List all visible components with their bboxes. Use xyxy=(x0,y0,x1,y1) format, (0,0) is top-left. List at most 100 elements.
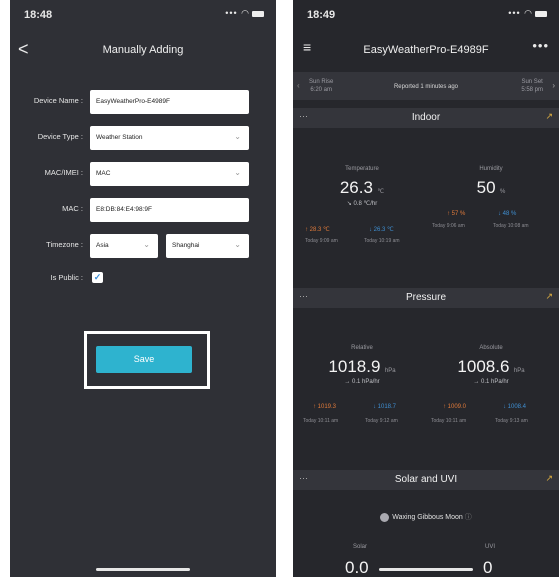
mac-label: MAC : xyxy=(62,204,83,213)
device-type-value: Weather Station xyxy=(96,134,143,141)
absolute-high: ↑ 1009.0 xyxy=(443,404,467,410)
mac-value: E8:DB:84:E4:98:9F xyxy=(96,206,153,213)
relative-caption: Relative xyxy=(351,345,373,351)
status-time: 18:49 xyxy=(307,9,336,21)
solar-card-header: ⋯ Solar and UVI ↗ xyxy=(293,470,559,490)
device-name-label: Device Name : xyxy=(33,96,83,105)
status-bar: 18:49 ••• ◠ xyxy=(293,0,559,28)
temperature-high-time: Today 9:09 am xyxy=(305,238,338,244)
battery-icon xyxy=(535,10,547,17)
device-type-select[interactable]: Weather Station ⌄ xyxy=(90,126,249,150)
relative-high: ↑ 1019.3 xyxy=(313,404,337,410)
pressure-relative: Relative 1018.9 hPa → 0.1 hPa/hr xyxy=(297,345,427,385)
info-icon[interactable]: ⓘ xyxy=(465,514,472,521)
solar-value: 0.0 xyxy=(345,558,369,577)
status-icons: ••• ◠ xyxy=(225,8,264,19)
mac-imei-select[interactable]: MAC ⌄ xyxy=(90,162,249,186)
indoor-title: Indoor xyxy=(411,112,441,123)
device-title: EasyWeatherPro-E4989F xyxy=(363,44,489,56)
temperature-high: ↑ 28.3 ℃ xyxy=(305,227,330,233)
device-type-row: Device Type : Weather Station ⌄ xyxy=(10,126,276,150)
humidity-unit: % xyxy=(500,189,506,195)
moon-phase: Waxing Gibbous Moon ⓘ xyxy=(293,512,559,522)
absolute-high-time: Today 10:11 am xyxy=(431,418,467,424)
humidity-value: 50 xyxy=(476,178,496,197)
timezone-city-value: Shanghai xyxy=(172,242,200,249)
indoor-card-header: ⋯ Indoor ↗ xyxy=(293,108,559,128)
pressure-card-header: ⋯ Pressure ↗ xyxy=(293,288,559,308)
nav-bar: ≡ EasyWeatherPro-E4989F ••• xyxy=(293,28,559,68)
battery-icon xyxy=(252,10,264,17)
mac-imei-row: MAC/IMEI : MAC ⌄ xyxy=(10,162,276,186)
absolute-rate: → 0.1 hPa/hr xyxy=(473,379,509,385)
relative-unit: hPa xyxy=(384,368,396,374)
indoor-humidity: Humidity 50 % xyxy=(431,166,551,198)
is-public-checkbox[interactable]: ✓ xyxy=(92,272,103,283)
signal-icon: ••• ◠ xyxy=(225,8,250,18)
temperature-caption: Temperature xyxy=(345,166,379,172)
humidity-low-time: Today 10:08 am xyxy=(493,223,529,229)
home-indicator xyxy=(96,568,190,571)
sunset-label: Sun Set xyxy=(521,79,543,85)
temperature-low: ↓ 26.3 ℃ xyxy=(369,227,394,233)
status-time: 18:48 xyxy=(24,9,53,21)
solar-caption: Solar xyxy=(353,544,368,550)
status-bar: 18:48 ••• ◠ xyxy=(10,0,276,28)
relative-value: 1018.9 xyxy=(328,357,381,376)
chart-icon[interactable]: ↗ xyxy=(545,291,553,302)
moon-phase-text: Waxing Gibbous Moon xyxy=(392,514,463,521)
save-highlight: Save xyxy=(84,331,210,389)
timezone-city-select[interactable]: Shanghai ⌄ xyxy=(166,234,249,258)
temperature-low-time: Today 10:19 am xyxy=(364,238,400,244)
relative-high-time: Today 10:11 am xyxy=(303,418,339,424)
absolute-unit: hPa xyxy=(513,368,525,374)
device-type-label: Device Type : xyxy=(37,132,83,141)
is-public-row: Is Public : ✓ xyxy=(10,270,276,294)
signal-icon: ••• ◠ xyxy=(508,8,533,18)
pressure-title: Pressure xyxy=(405,292,446,303)
temperature-rate: ↘ 0.8 ℃/hr xyxy=(346,201,378,207)
chevron-down-icon: ⌄ xyxy=(234,168,241,177)
mac-imei-value: MAC xyxy=(96,170,111,177)
uvi-caption: UVI xyxy=(485,544,496,550)
reported-text: Reported 1 minutes ago xyxy=(393,84,459,90)
absolute-low-time: Today 9:13 am xyxy=(495,418,528,424)
humidity-high: ↑ 57 % xyxy=(447,211,466,217)
relative-low-time: Today 9:12 am xyxy=(365,418,398,424)
mac-field[interactable]: E8:DB:84:E4:98:9F xyxy=(90,198,249,222)
timezone-row: Timezone : Asia ⌄ Shanghai ⌄ xyxy=(10,234,276,258)
relative-rate: → 0.1 hPa/hr xyxy=(344,379,380,385)
device-dashboard-screen: 18:49 ••• ◠ ≡ EasyWeatherPro-E4989F ••• … xyxy=(293,0,559,577)
chart-icon[interactable]: ↗ xyxy=(545,473,553,484)
chevron-down-icon: ⌄ xyxy=(143,240,150,249)
manual-add-screen: 18:48 ••• ◠ < Manually Adding Device Nam… xyxy=(10,0,276,577)
absolute-value: 1008.6 xyxy=(457,357,510,376)
nav-bar: < Manually Adding xyxy=(10,28,276,68)
sunset: Sun Set 5:58 pm xyxy=(521,78,543,94)
mac-row: MAC : E8:DB:84:E4:98:9F xyxy=(10,198,276,222)
device-name-row: Device Name : EasyWeatherPro-E4989F xyxy=(10,90,276,114)
save-button[interactable]: Save xyxy=(96,346,192,373)
humidity-caption: Humidity xyxy=(479,166,503,172)
pressure-absolute: Absolute 1008.6 hPa → 0.1 hPa/hr xyxy=(427,345,555,385)
indoor-temperature: Temperature 26.3 ℃ ↘ 0.8 ℃/hr xyxy=(297,166,427,207)
humidity-low: ↓ 48 % xyxy=(498,211,517,217)
timezone-label: Timezone : xyxy=(46,240,83,249)
more-icon[interactable]: ••• xyxy=(532,38,549,53)
mac-imei-label: MAC/IMEI : xyxy=(44,168,83,177)
moon-icon xyxy=(380,512,390,522)
timezone-region-select[interactable]: Asia ⌄ xyxy=(90,234,158,258)
device-name-field[interactable]: EasyWeatherPro-E4989F xyxy=(90,90,249,114)
chart-icon[interactable]: ↗ xyxy=(545,111,553,122)
absolute-caption: Absolute xyxy=(479,345,503,351)
temperature-value: 26.3 xyxy=(339,178,373,197)
chevron-down-icon: ⌄ xyxy=(234,132,241,141)
sun-bar: ‹ Sun Rise 6:20 am Reported 1 minutes ag… xyxy=(293,72,559,100)
uvi-value: 0 xyxy=(483,558,493,577)
page-title: Manually Adding xyxy=(102,44,184,56)
humidity-high-time: Today 9:06 am xyxy=(432,223,465,229)
relative-low: ↓ 1018.7 xyxy=(373,404,397,410)
temperature-unit: ℃ xyxy=(377,189,385,195)
absolute-low: ↓ 1008.4 xyxy=(503,404,527,410)
chevron-right-icon[interactable]: › xyxy=(552,81,555,90)
